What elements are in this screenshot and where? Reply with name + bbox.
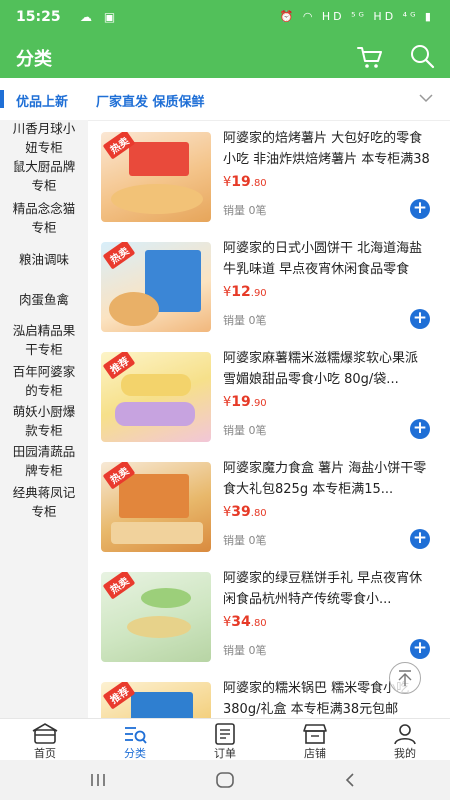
product-name: 阿婆家魔力食盒 薯片 海盐小饼干零食大礼包825g 本专柜满15... <box>223 461 427 497</box>
add-to-cart-button[interactable]: + <box>410 419 430 439</box>
home-button-icon[interactable] <box>215 771 235 789</box>
product-image[interactable]: 推荐 <box>101 682 211 718</box>
sidebar-item-meat-egg[interactable]: 肉蛋鱼禽 <box>0 279 88 319</box>
sidebar-item-label: 泓启精品果干专柜 <box>12 323 76 357</box>
product-price: ¥12.90 <box>223 284 267 300</box>
add-to-cart-button[interactable]: + <box>410 639 430 659</box>
add-to-cart-button[interactable]: + <box>410 199 430 219</box>
product-sales: 销量 0笔 <box>223 644 267 657</box>
tab-label: 首页 <box>34 747 56 760</box>
product-price: ¥39.80 <box>223 504 267 520</box>
product-card[interactable]: 热卖 阿婆家的焙烤薯片 大包好吃的零食小吃 非油炸烘焙烤薯片 本专柜满38元包邮… <box>88 120 450 230</box>
badge-hot: 热卖 <box>102 242 136 270</box>
sidebar-item-tianyuan[interactable]: 田园清蔬品牌专柜 <box>0 441 88 481</box>
search-icon[interactable] <box>408 42 436 70</box>
add-to-cart-button[interactable]: + <box>410 309 430 329</box>
product-sales: 销量 0笔 <box>223 534 267 547</box>
product-image[interactable]: 热卖 <box>101 242 211 332</box>
page-title: 分类 <box>16 49 52 70</box>
system-status-icons: ⏰ ◠ HD ⁵ᴳ HD ⁴ᴳ ▮ <box>279 10 434 23</box>
tab-category[interactable]: 分类 <box>105 719 165 761</box>
sidebar-item-chuanxiang[interactable]: 川香月球小妞专柜 <box>0 120 88 155</box>
sidebar-item-mengyao[interactable]: 萌妖小厨爆款专柜 <box>0 401 88 441</box>
sidebar-item-label: 经典蒋凤记专柜 <box>12 485 76 519</box>
sidebar-item-hongqi[interactable]: 泓启精品果干专柜 <box>0 319 88 361</box>
product-name: 阿婆家的焙烤薯片 大包好吃的零食小吃 非油炸烘焙烤薯片 本专柜满38元包邮 <box>223 131 430 167</box>
sidebar-item-grain-oil[interactable]: 粮油调味 <box>0 239 88 279</box>
product-name: 阿婆家的日式小圆饼干 北海道海盐牛乳味道 早点夜宵休闲食品零食 <box>223 241 423 277</box>
notification-icons: ☁ ▣ <box>80 10 120 24</box>
status-bar: 15:25 ☁ ▣ ⏰ ◠ HD ⁵ᴳ HD ⁴ᴳ ▮ <box>0 0 450 36</box>
tab-label: 我的 <box>394 747 416 760</box>
product-sales: 销量 0笔 <box>223 424 267 437</box>
category-sidebar: 川香月球小妞专柜 鼠大厨品牌专柜 精品念念猫专柜 粮油调味 肉蛋鱼禽 泓启精品果… <box>0 120 88 718</box>
product-card[interactable]: 热卖 阿婆家的日式小圆饼干 北海道海盐牛乳味道 早点夜宵休闲食品零食 ¥12.9… <box>88 230 450 340</box>
product-card[interactable]: 热卖 阿婆家魔力食盒 薯片 海盐小饼干零食大礼包825g 本专柜满15... ¥… <box>88 450 450 560</box>
product-image[interactable]: 热卖 <box>101 572 211 662</box>
home-icon <box>32 723 58 744</box>
product-image[interactable]: 热卖 <box>101 132 211 222</box>
sidebar-item-label: 鼠大厨品牌专柜 <box>12 159 76 193</box>
promo-tag-new: 优品上新 <box>16 95 69 110</box>
tab-orders[interactable]: 订单 <box>195 719 255 761</box>
status-time: 15:25 <box>16 9 61 25</box>
store-icon <box>303 724 327 744</box>
profile-icon <box>394 724 416 745</box>
product-card[interactable]: 热卖 阿婆家的绿豆糕饼手礼 早点夜宵休闲食品杭州特产传统零食小... ¥34.8… <box>88 560 450 670</box>
system-nav-bar <box>0 760 450 800</box>
chevron-down-icon[interactable] <box>418 90 434 106</box>
tab-label: 分类 <box>124 747 146 760</box>
product-price: ¥19.80 <box>223 174 267 190</box>
sidebar-item-jiangfengji[interactable]: 经典蒋凤记专柜 <box>0 481 88 523</box>
product-name: 阿婆家麻薯糯米滋糯爆浆软心果派 雪媚娘甜品零食小吃 80g/袋... <box>223 351 419 387</box>
product-sales: 销量 0笔 <box>223 204 267 217</box>
product-price: ¥34.80 <box>223 614 267 630</box>
product-sales: 销量 0笔 <box>223 314 267 327</box>
sidebar-item-label: 田园清蔬品牌专柜 <box>12 444 76 478</box>
add-to-cart-button[interactable]: + <box>410 529 430 549</box>
tab-label: 订单 <box>214 747 236 760</box>
sidebar-item-label: 川香月球小妞专柜 <box>12 121 76 155</box>
app-bar: 分类 <box>0 36 450 78</box>
tab-label: 店铺 <box>304 747 326 760</box>
back-to-top-icon[interactable] <box>389 662 421 694</box>
product-image[interactable]: 热卖 <box>101 462 211 552</box>
sidebar-item-label: 精品念念猫专柜 <box>12 201 76 235</box>
order-icon <box>215 723 235 745</box>
sidebar-item-label: 粮油调味 <box>18 251 69 267</box>
product-image[interactable]: 推荐 <box>101 352 211 442</box>
promo-tag-direct: 厂家直发 保质保鲜 <box>96 95 205 110</box>
sidebar-item-label: 萌妖小厨爆款专柜 <box>12 404 76 438</box>
product-price: ¥19.90 <box>223 394 267 410</box>
sidebar-item-shudachu[interactable]: 鼠大厨品牌专柜 <box>0 155 88 197</box>
tab-home[interactable]: 首页 <box>15 719 75 761</box>
badge-hot: 热卖 <box>102 572 136 600</box>
product-card[interactable]: 推荐 阿婆家麻薯糯米滋糯爆浆软心果派 雪媚娘甜品零食小吃 80g/袋... ¥1… <box>88 340 450 450</box>
promo-strip: 优品上新 厂家直发 保质保鲜 <box>0 78 450 121</box>
bottom-tab-bar: 首页 分类 订单 店铺 我的 <box>0 718 450 761</box>
cart-icon[interactable] <box>356 44 384 70</box>
promo-accent-bar <box>0 90 4 108</box>
sidebar-item-label: 肉蛋鱼禽 <box>18 291 69 307</box>
sidebar-item-apojia[interactable]: 百年阿婆家的专柜 <box>0 361 88 401</box>
tab-profile[interactable]: 我的 <box>375 719 435 761</box>
sidebar-item-label: 百年阿婆家的专柜 <box>12 364 76 398</box>
recent-apps-icon[interactable] <box>88 772 108 788</box>
sidebar-item-niannianmao[interactable]: 精品念念猫专柜 <box>0 197 88 239</box>
tab-store[interactable]: 店铺 <box>285 719 345 761</box>
product-list: 热卖 阿婆家的焙烤薯片 大包好吃的零食小吃 非油炸烘焙烤薯片 本专柜满38元包邮… <box>88 120 450 718</box>
back-icon[interactable] <box>342 772 358 788</box>
category-icon <box>125 727 147 744</box>
product-name: 阿婆家的绿豆糕饼手礼 早点夜宵休闲食品杭州特产传统零食小... <box>223 571 423 607</box>
